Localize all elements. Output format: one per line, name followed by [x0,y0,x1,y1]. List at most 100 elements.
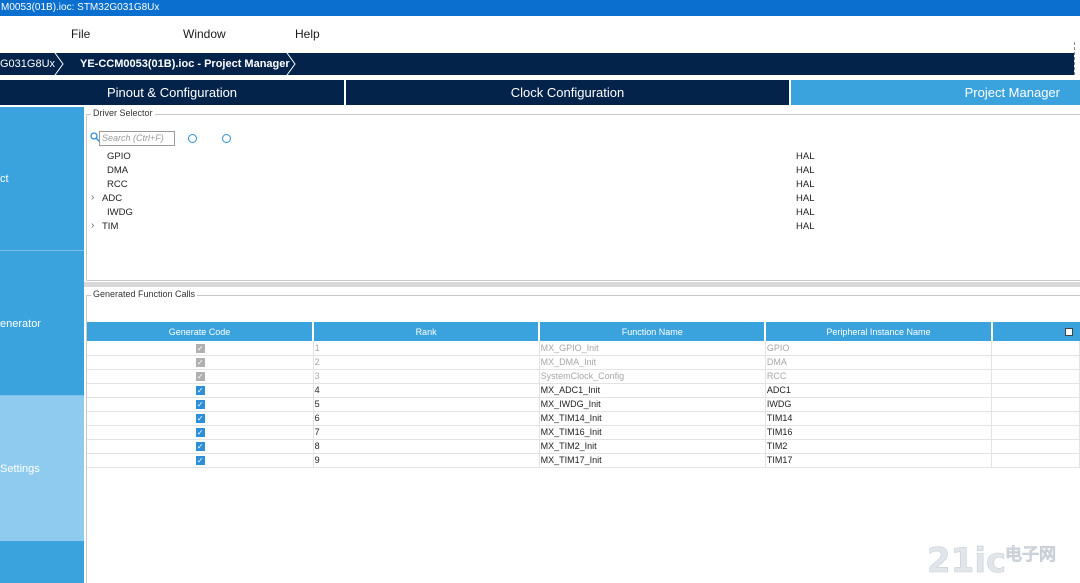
empty-cell [991,411,1080,426]
function-name-cell: MX_ADC1_Init [539,383,766,398]
table-row[interactable]: ✓ 7 MX_TIM16_Init TIM16 [87,425,1080,440]
checkbox-checked-icon[interactable]: ✓ [195,414,205,424]
driver-library[interactable]: HAL [796,207,814,218]
table-row[interactable]: ✓ 6 MX_TIM14_Init TIM14 [87,411,1080,426]
search-input[interactable]: Search (Ctrl+F) [99,131,175,146]
table-row[interactable]: ✓ 2 MX_DMA_Init DMA [87,355,1080,370]
sidebar-item-project[interactable]: ct [0,107,84,250]
generated-function-calls-title: Generated Function Calls [91,289,198,299]
chevron-right-icon[interactable]: › [91,192,94,203]
list-item[interactable]: RCC HAL [87,179,1077,193]
instance-cell: TIM2 [765,439,993,454]
sidebar-item-label: ct [0,173,9,185]
sidebar-item-advanced-settings[interactable]: Settings [0,396,84,541]
driver-library[interactable]: HAL [796,179,814,190]
checkbox-checked-icon: ✓ [195,372,205,382]
driver-selector-title: Driver Selector [91,108,155,118]
project-manager-panel: Driver Selector Search (Ctrl+F) GPIO HAL… [84,107,1080,583]
collapse-all-icon[interactable] [222,134,231,143]
resize-handle[interactable] [1074,42,1080,75]
tab-project-manager[interactable]: Project Manager [791,80,1080,105]
instance-cell: TIM14 [765,411,993,426]
rank-cell: 2 [313,355,540,370]
empty-cell [991,439,1080,454]
empty-cell [991,369,1080,384]
empty-cell [991,453,1080,468]
function-name-cell: SystemClock_Config [539,369,766,384]
chevron-right-icon[interactable]: › [91,220,94,231]
sidebar-item-label: Settings [0,463,40,475]
sidebar: ct enerator Settings [0,107,84,583]
checkbox-checked-icon[interactable]: ✓ [195,442,205,452]
driver-selector-group: Driver Selector Search (Ctrl+F) GPIO HAL… [86,108,1080,281]
list-item[interactable]: › TIM HAL [87,220,1077,235]
menu-file[interactable]: File [71,27,90,41]
instance-cell: DMA [765,355,993,370]
rank-cell: 7 [313,425,540,440]
chevron-right-icon [54,53,64,75]
watermark-logo: 21ic 电子网 [927,541,1057,580]
checkbox-checked-icon: ✓ [195,343,205,353]
rank-cell: 3 [313,369,540,384]
driver-library[interactable]: HAL [796,151,814,162]
panel-splitter[interactable] [84,282,1080,287]
list-item[interactable]: GPIO HAL [87,151,1077,165]
rank-cell: 4 [313,383,540,398]
chevron-right-icon [286,53,296,75]
window-title: M0053(01B).ioc: STM32G031G8Ux [0,0,1080,16]
breadcrumb-item-mcu[interactable]: G031G8Ux [0,53,55,75]
list-item[interactable]: DMA HAL [87,165,1077,179]
menu-help[interactable]: Help [295,27,320,41]
column-header-peripheral-instance[interactable]: Peripheral Instance Name [765,322,993,341]
list-item[interactable]: › ADC HAL [87,192,1077,207]
checkbox-checked-icon[interactable]: ✓ [195,456,205,466]
menu-window[interactable]: Window [183,27,226,41]
rank-cell: 5 [313,397,540,412]
instance-cell: ADC1 [765,383,993,398]
table-row[interactable]: ✓ 3 SystemClock_Config RCC [87,369,1080,384]
menu-bar: File Window Help [0,16,1080,53]
driver-peripheral-name: IWDG [107,207,133,218]
column-header-extra[interactable] [991,322,1080,341]
empty-cell [991,341,1080,356]
empty-cell [991,397,1080,412]
column-header-rank[interactable]: Rank [313,322,541,341]
driver-library[interactable]: HAL [796,221,814,232]
list-item[interactable]: IWDG HAL [87,207,1077,221]
driver-library[interactable]: HAL [796,165,814,176]
checkbox-checked-icon[interactable]: ✓ [195,386,205,396]
checkbox-checked-icon[interactable]: ✓ [195,400,205,410]
checkbox-icon[interactable] [1064,328,1073,337]
svg-text:21ic: 21ic [927,541,1006,580]
function-name-cell: MX_TIM14_Init [539,411,766,426]
breadcrumb-item-project[interactable]: YE-CCM0053(01B).ioc - Project Manager [80,53,290,75]
breadcrumb: G031G8Ux YE-CCM0053(01B).ioc - Project M… [0,53,1080,75]
checkbox-checked-icon[interactable]: ✓ [195,428,205,438]
instance-cell: IWDG [765,397,993,412]
checkbox-checked-icon: ✓ [195,358,205,368]
driver-peripheral-name: DMA [107,165,129,176]
column-header-generate-code[interactable]: Generate Code [87,322,315,341]
rank-cell: 9 [313,453,540,468]
instance-cell: RCC [765,369,993,384]
rank-cell: 8 [313,439,540,454]
table-row[interactable]: ✓ 9 MX_TIM17_Init TIM17 [87,453,1080,468]
function-name-cell: MX_TIM17_Init [539,453,766,468]
tab-clock-configuration[interactable]: Clock Configuration [346,80,789,105]
column-header-function-name[interactable]: Function Name [539,322,767,341]
function-name-cell: MX_GPIO_Init [539,341,766,356]
driver-library[interactable]: HAL [796,193,814,204]
empty-cell [991,425,1080,440]
driver-peripheral-name: RCC [107,179,128,190]
table-row[interactable]: ✓ 1 MX_GPIO_Init GPIO [87,341,1080,356]
table-row[interactable]: ✓ 5 MX_IWDG_Init IWDG [87,397,1080,412]
instance-cell: TIM16 [765,425,993,440]
tab-pinout-configuration[interactable]: Pinout & Configuration [0,80,344,105]
sidebar-item-code-generator[interactable]: enerator [0,251,84,395]
instance-cell: GPIO [765,341,993,356]
table-row[interactable]: ✓ 4 MX_ADC1_Init ADC1 [87,383,1080,398]
rank-cell: 1 [313,341,540,356]
table-row[interactable]: ✓ 8 MX_TIM2_Init TIM2 [87,439,1080,454]
main-tabs: Pinout & Configuration Clock Configurati… [0,80,1080,106]
expand-all-icon[interactable] [188,134,197,143]
